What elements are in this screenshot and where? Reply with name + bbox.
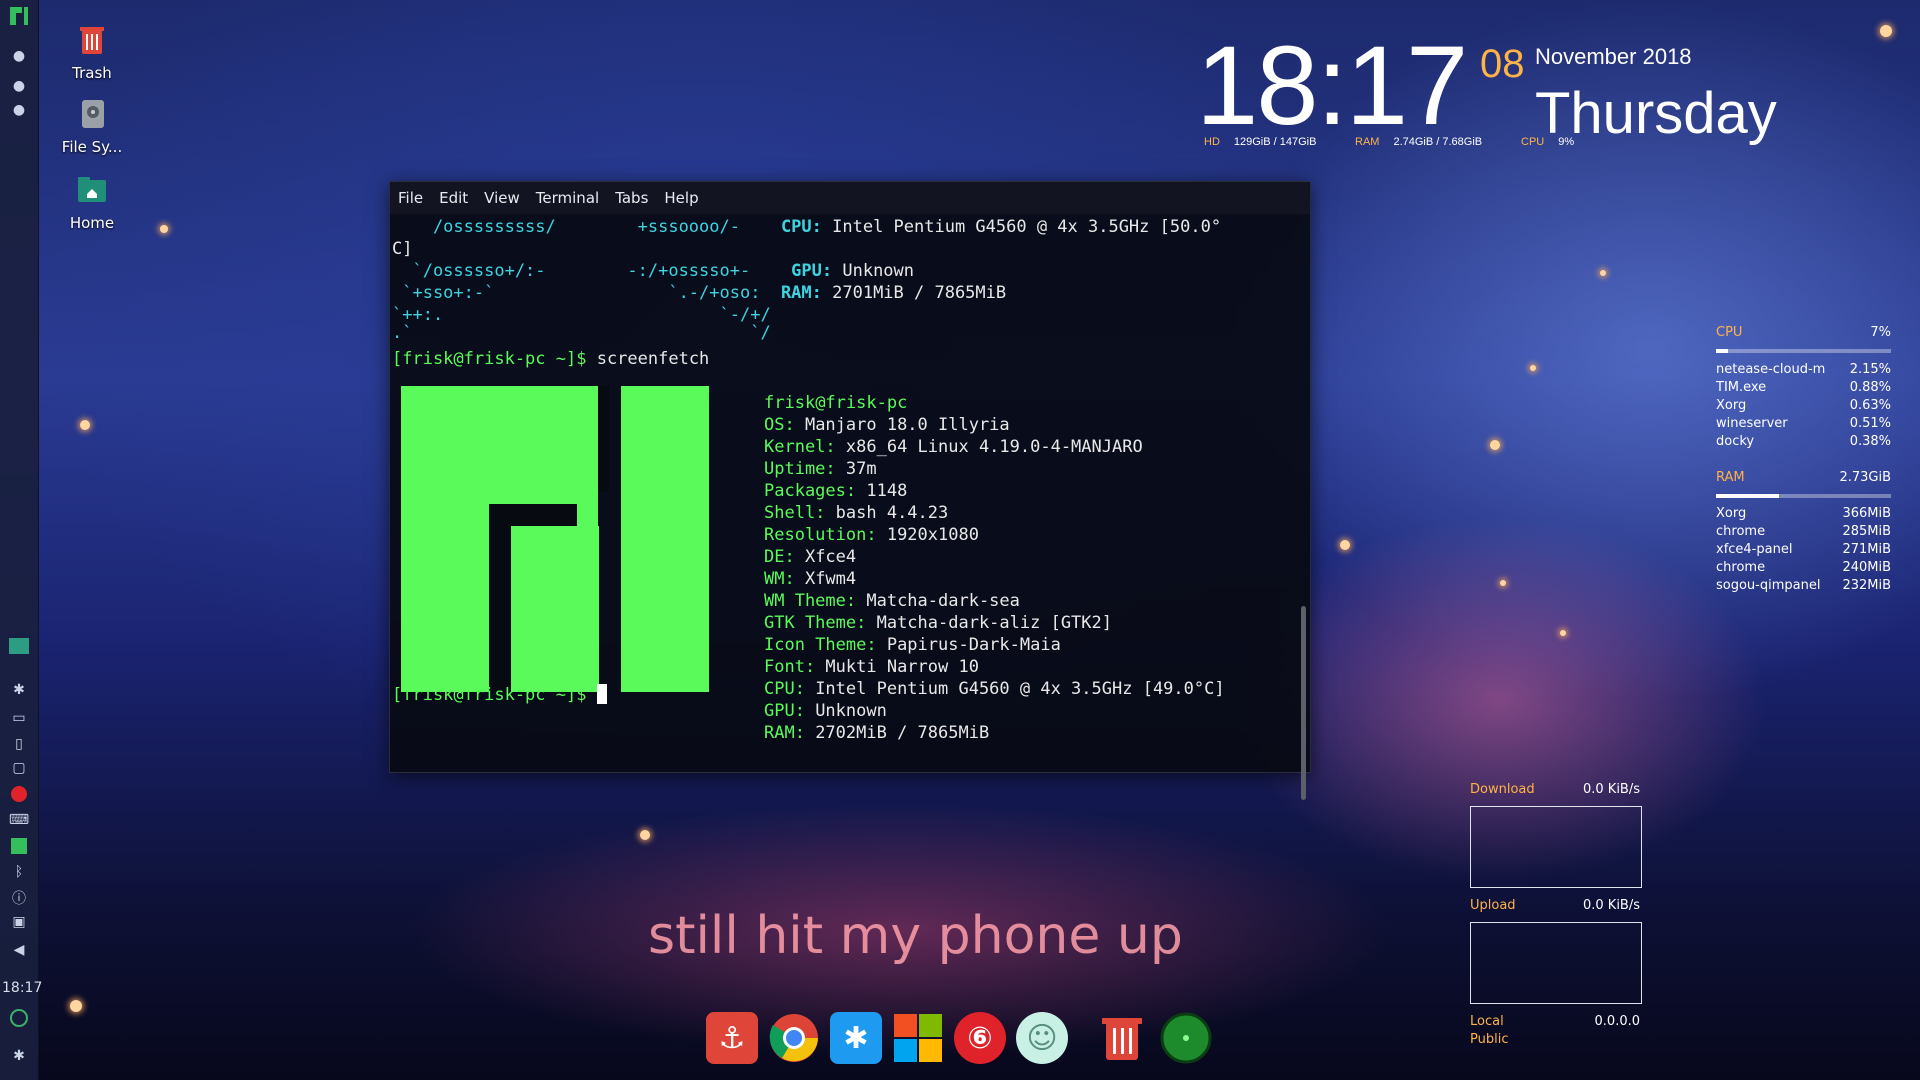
prev-line-5: .` `/ <box>392 323 771 343</box>
screenfetch-line: RAM: 2702MiB / 7865MiB <box>764 723 990 743</box>
public-ip: Public <box>1470 1032 1509 1047</box>
menu-view[interactable]: View <box>484 189 520 207</box>
cpu-bar <box>1716 349 1891 353</box>
lyrics-text: still hit my phone up <box>648 906 1183 966</box>
menu-help[interactable]: Help <box>664 189 698 207</box>
manjaro-icon[interactable] <box>9 836 29 856</box>
app-icon[interactable]: ● <box>9 100 29 120</box>
local-ip: Local 0.0.0.0 <box>1470 1014 1640 1029</box>
cpu-header: CPU 7% <box>1716 325 1891 340</box>
terminal-icon[interactable] <box>9 636 29 656</box>
desktop-icon-label: Home <box>69 214 115 232</box>
trash-icon <box>74 22 110 58</box>
process-row: docky 0.38% <box>1716 434 1891 449</box>
process-row: chrome 285MiB <box>1716 524 1891 539</box>
process-row: TIM.exe 0.88% <box>1716 380 1891 395</box>
app-icon[interactable]: ● <box>9 46 29 66</box>
process-row: wineserver 0.51% <box>1716 416 1891 431</box>
process-row: Xorg 366MiB <box>1716 506 1891 521</box>
anchor-icon[interactable]: ⚓ <box>706 1012 758 1064</box>
menu-edit[interactable]: Edit <box>439 189 468 207</box>
upload-graph <box>1470 922 1642 1004</box>
screenfetch-line: GPU: Unknown <box>764 701 887 721</box>
info-icon[interactable]: ⓘ <box>9 888 29 908</box>
terminal-output[interactable]: /osssssssss/ +sssoooo/- CPU: Intel Penti… <box>390 214 1310 800</box>
screenfetch-line: Packages: 1148 <box>764 481 908 501</box>
process-row: sogou-qimpanel 232MiB <box>1716 578 1891 593</box>
tim-icon[interactable]: ✱ <box>830 1012 882 1064</box>
chrome-icon[interactable] <box>768 1012 820 1064</box>
desktop-icon-trash[interactable]: Trash <box>37 22 147 82</box>
clock-time: 18:17 <box>1196 23 1468 148</box>
process-row: chrome 240MiB <box>1716 560 1891 575</box>
ram-bar <box>1716 494 1891 498</box>
terminal-scrollbar[interactable] <box>1301 606 1306 800</box>
terminal-window[interactable]: File Edit View Terminal Tabs Help /ossss… <box>389 181 1311 800</box>
prev-line-1: /osssssssss/ +sssoooo/- CPU: Intel Penti… <box>392 217 1222 237</box>
keyboard-icon[interactable]: ⌨ <box>9 810 29 830</box>
menu-file[interactable]: File <box>398 189 423 207</box>
volume-icon[interactable]: ◀ <box>9 940 29 960</box>
bluetooth-icon[interactable]: ᛒ <box>9 862 29 882</box>
clock-day: 08 <box>1480 42 1525 86</box>
terminal-menubar: File Edit View Terminal Tabs Help <box>390 182 1310 214</box>
netease-music-icon[interactable]: ⑥ <box>954 1012 1006 1064</box>
prev-line-2: `/ossssso+/:- -:/+osssso+- GPU: Unknown <box>392 261 915 281</box>
desktop-icon-home[interactable]: Home <box>37 172 147 232</box>
screenfetch-line: OS: Manjaro 18.0 Illyria <box>764 415 1010 435</box>
lock-icon[interactable]: ▣ <box>9 912 29 932</box>
command-line: [frisk@frisk-pc ~]$ screenfetch <box>392 349 710 369</box>
hd-stat: HD 129GiB / 147GiB <box>1204 136 1317 148</box>
screenfetch-line: Icon Theme: Papirus-Dark-Maia <box>764 635 1061 655</box>
window-icon[interactable]: ▭ <box>9 708 29 728</box>
menu-tabs[interactable]: Tabs <box>615 189 648 207</box>
radar-icon[interactable] <box>1160 1012 1212 1064</box>
desktop-icon-label: File Sy... <box>61 138 123 156</box>
process-row: netease-cloud-m 2.15% <box>1716 362 1891 377</box>
screenfetch-line: Shell: bash 4.4.23 <box>764 503 949 523</box>
screenfetch-line: Kernel: x86_64 Linux 4.19.0-4-MANJARO <box>764 437 1143 457</box>
screenfetch-line: Uptime: 37m <box>764 459 877 479</box>
panel-clock[interactable]: 18:17 <box>2 980 42 996</box>
process-row: xfce4-panel 271MiB <box>1716 542 1891 557</box>
manjaro-menu-icon[interactable] <box>9 6 29 26</box>
ram-header: RAM 2.73GiB <box>1716 470 1891 485</box>
desktop-icon-filesystem[interactable]: File Sy... <box>37 96 147 156</box>
chat-icon[interactable]: ▢ <box>9 758 29 778</box>
screenfetch-line: DE: Xfce4 <box>764 547 857 567</box>
screenfetch-line: CPU: Intel Pentium G4560 @ 4x 3.5GHz [49… <box>764 679 1225 699</box>
prev-line-3: `+sso+:-` `.-/+oso: RAM: 2701MiB / 7865M… <box>392 283 1007 303</box>
desktop-icon-label: Trash <box>72 64 112 82</box>
netease-music-icon[interactable] <box>9 784 29 804</box>
download-graph <box>1470 806 1642 888</box>
ram-stat: RAM 2.74GiB / 7.68GiB <box>1355 136 1483 148</box>
power-icon[interactable] <box>9 1008 29 1028</box>
screenfetch-line: WM: Xfwm4 <box>764 569 857 589</box>
screenfetch-line: WM Theme: Matcha-dark-sea <box>764 591 1020 611</box>
home-folder-icon <box>74 172 110 208</box>
cpu-stat: CPU 9% <box>1521 136 1575 148</box>
windows-icon[interactable] <box>892 1012 944 1064</box>
tim-icon[interactable]: ✱ <box>9 680 29 700</box>
screenfetch-line: GTK Theme: Matcha-dark-aliz [GTK2] <box>764 613 1112 633</box>
screenfetch-userhost: frisk@frisk-pc <box>764 393 908 413</box>
prev-line-1-wrap: C] <box>392 239 413 259</box>
final-prompt: [frisk@frisk-pc ~]$ <box>392 684 607 706</box>
anime-avatar-icon[interactable]: ☺ <box>1016 1012 1068 1064</box>
clipboard-icon[interactable]: ▯ <box>9 734 29 754</box>
side-panel: ● ● ● ✱ ▭ ▯ ▢ ⌨ ᛒ ⓘ ▣ ◀ 18:17 ✱ <box>0 0 42 1080</box>
drive-icon <box>74 96 110 132</box>
tim-tray-icon[interactable]: ✱ <box>9 1046 29 1066</box>
clock-month-year: November 2018 <box>1535 44 1692 69</box>
screenfetch-line: Font: Mukti Narrow 10 <box>764 657 979 677</box>
trash-icon[interactable] <box>1096 1012 1148 1064</box>
download-header: Download 0.0 KiB/s <box>1470 782 1640 797</box>
screenfetch-line: Resolution: 1920x1080 <box>764 525 979 545</box>
app-icon[interactable]: ● <box>9 76 29 96</box>
process-row: Xorg 0.63% <box>1716 398 1891 413</box>
menu-terminal[interactable]: Terminal <box>536 189 599 207</box>
upload-header: Upload 0.0 KiB/s <box>1470 898 1640 913</box>
text-cursor <box>596 684 607 704</box>
